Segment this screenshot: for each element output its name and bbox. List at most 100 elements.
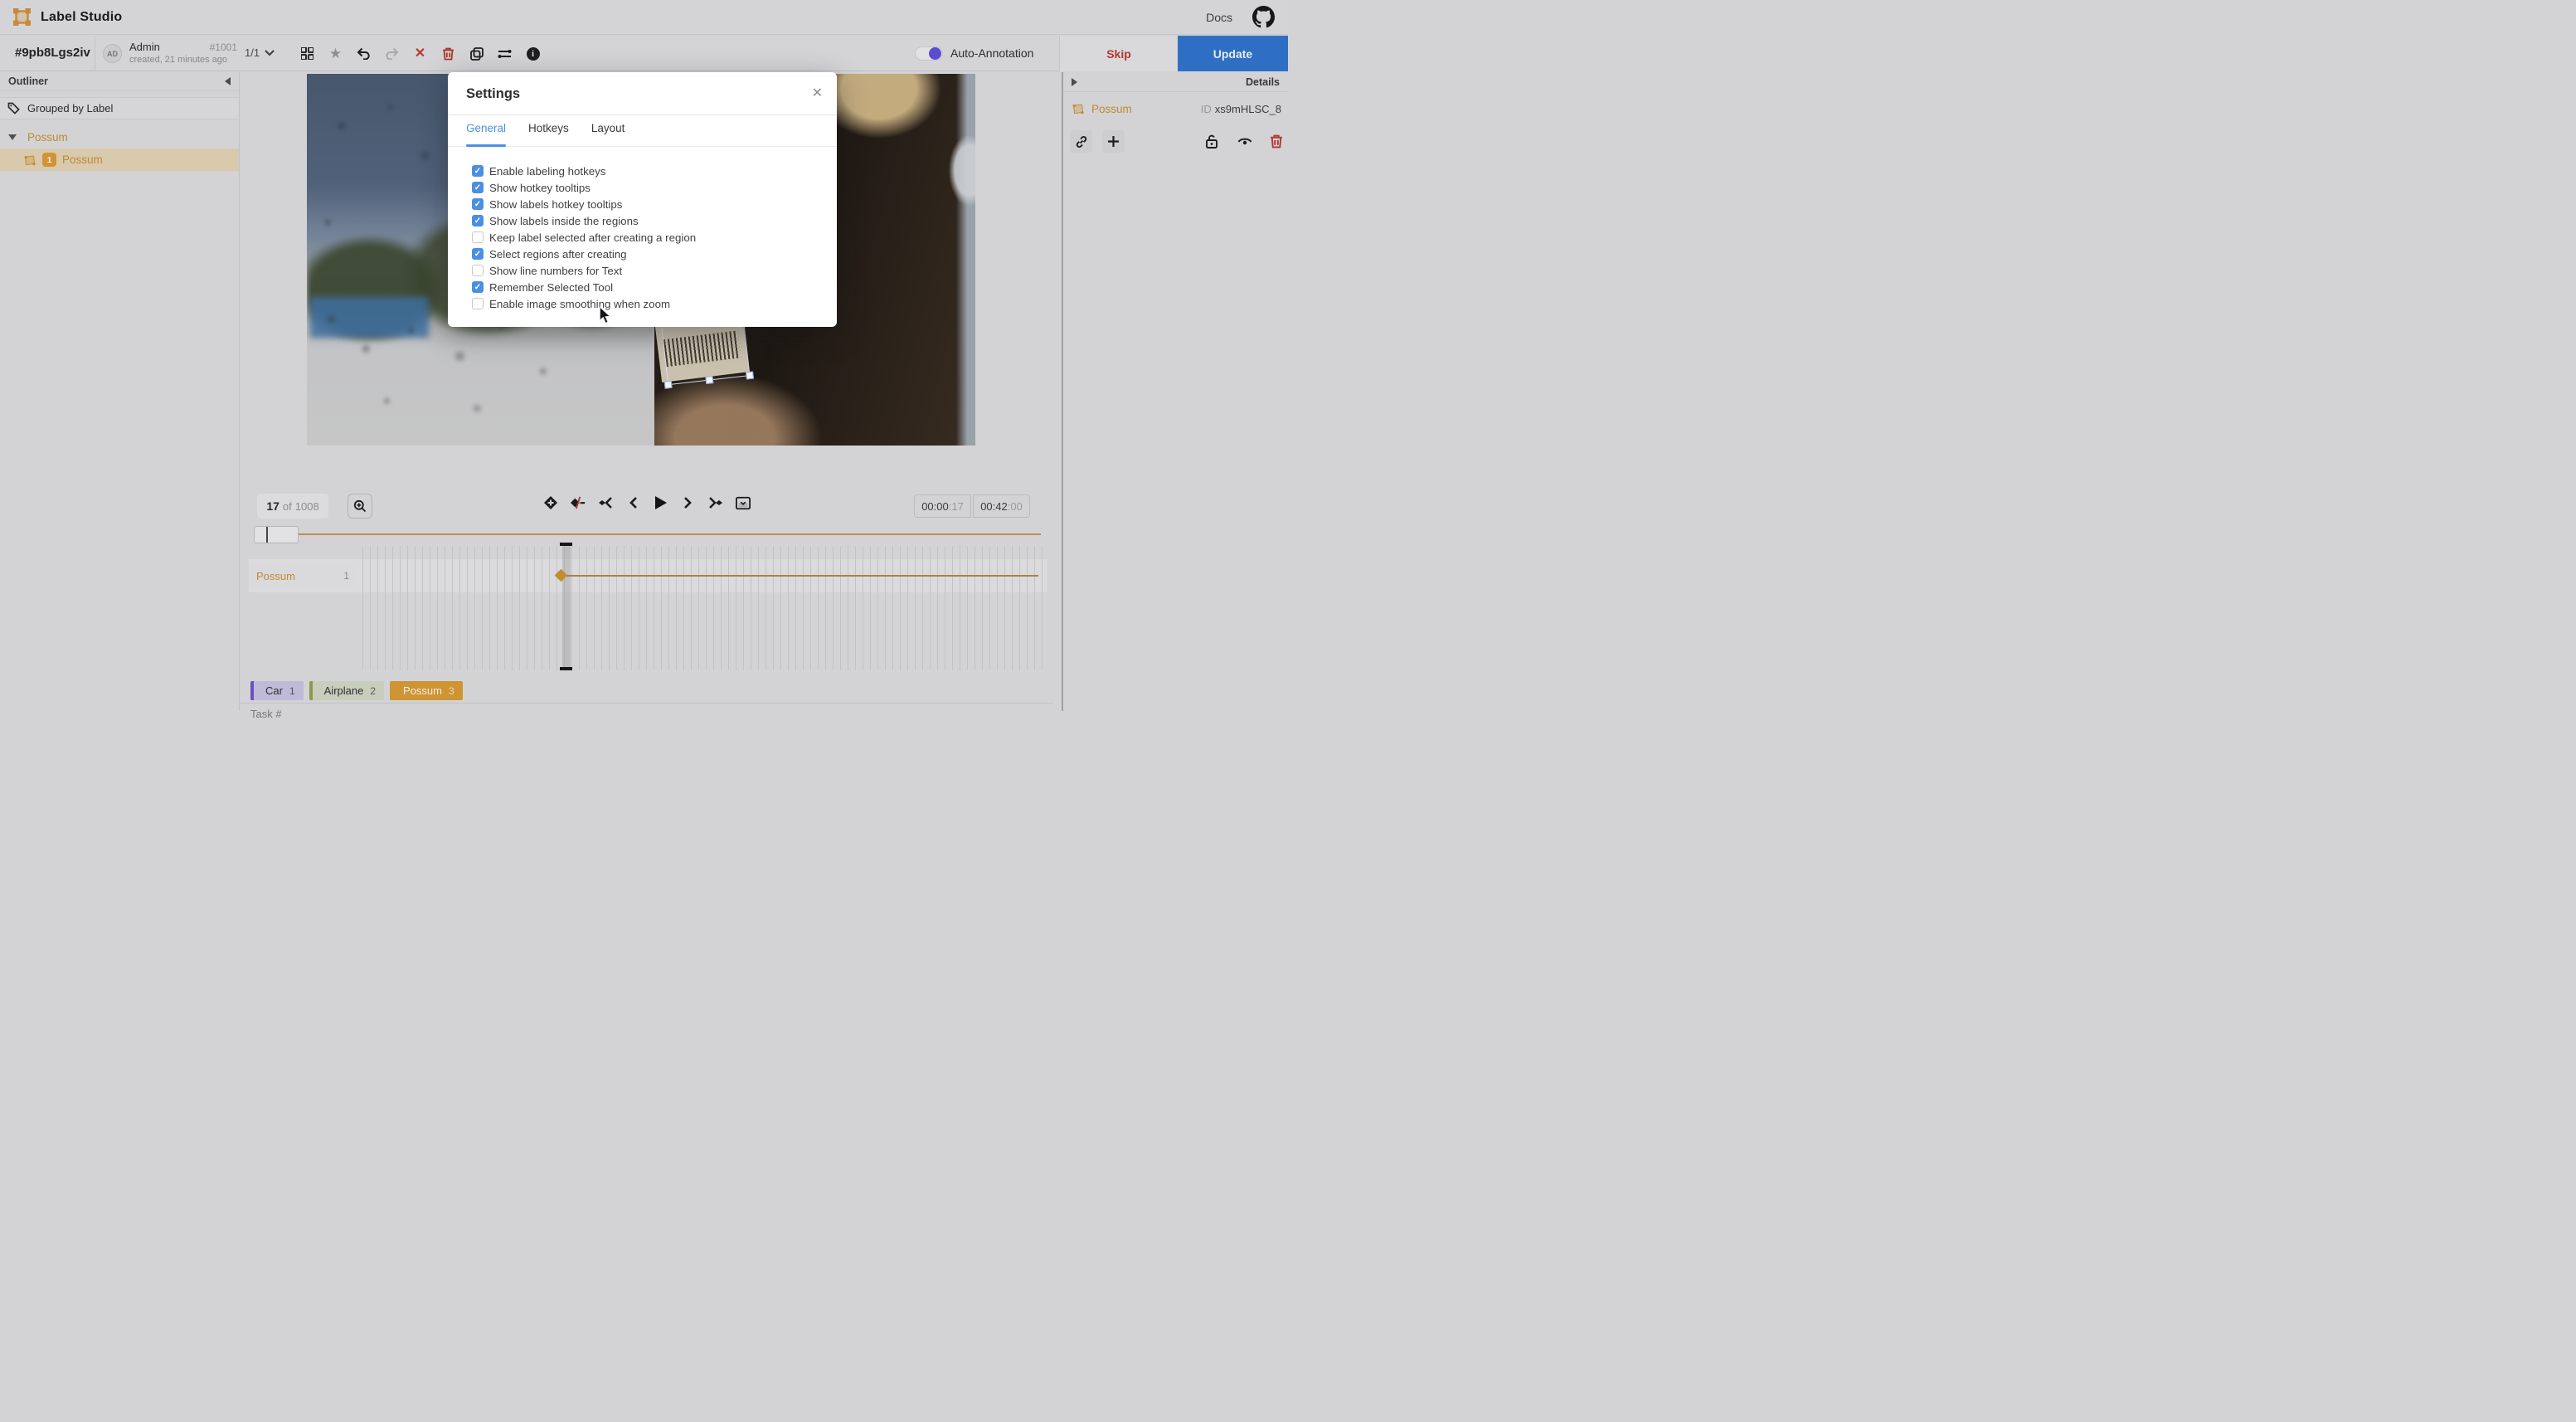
current-frame: 17 — [266, 499, 279, 513]
time-indicators: 00:00:17 00:42:00 — [914, 494, 1030, 518]
annotation-meta: Admin #1001 created, 21 minutes ago — [129, 41, 237, 65]
option-keep-label-selected[interactable]: Keep label selected after creating a reg… — [472, 229, 696, 246]
keyframe-span-line — [564, 575, 1038, 577]
prev-frame-icon[interactable] — [625, 495, 640, 510]
grid-view-icon[interactable] — [300, 46, 314, 61]
region-group-row[interactable]: Possum — [0, 126, 239, 149]
option-enable-labeling-hotkeys[interactable]: Enable labeling hotkeys — [472, 163, 696, 179]
settings-modal: Settings ✕ General Hotkeys Layout Enable… — [448, 72, 837, 327]
tab-hotkeys[interactable]: Hotkeys — [528, 122, 569, 142]
region-actions — [1063, 130, 1288, 153]
delete-region-button[interactable] — [1265, 130, 1287, 153]
skip-button[interactable]: Skip — [1059, 36, 1178, 71]
seek-bar[interactable] — [255, 533, 1041, 535]
label-chip-car[interactable]: Car 1 — [250, 681, 304, 700]
option-enable-image-smoothing[interactable]: Enable image smoothing when zoom — [472, 295, 696, 312]
link-region-button[interactable] — [1070, 130, 1092, 153]
settings-options: Enable labeling hotkeys Show hotkey tool… — [472, 163, 696, 312]
user-name: Admin — [129, 41, 160, 53]
option-select-regions-after-creating[interactable]: Select regions after creating — [472, 246, 696, 262]
checkbox[interactable] — [472, 298, 484, 309]
checkbox[interactable] — [472, 265, 484, 276]
option-show-line-numbers[interactable]: Show line numbers for Text — [472, 262, 696, 279]
app-title: Label Studio — [41, 10, 122, 25]
hide-region-button[interactable] — [1233, 130, 1256, 153]
divider — [240, 703, 1053, 704]
label-hotkey: 3 — [449, 685, 454, 697]
timeline-zoom-button[interactable] — [348, 494, 372, 519]
grouping-selector[interactable]: Grouped by Label — [0, 97, 239, 119]
add-keyframe-icon[interactable] — [543, 495, 558, 510]
option-remember-selected-tool[interactable]: Remember Selected Tool — [472, 279, 696, 295]
checkbox[interactable] — [472, 248, 484, 260]
user-avatar: AD — [103, 44, 122, 63]
collapse-panel-icon[interactable] — [1072, 78, 1077, 86]
playhead-tick-bottom[interactable] — [560, 667, 572, 670]
option-show-labels-hotkey-tooltips[interactable]: Show labels hotkey tooltips — [472, 196, 696, 212]
github-icon[interactable] — [1252, 6, 1275, 28]
region-group-label: Possum — [27, 131, 68, 144]
timeline-track-header[interactable]: Possum 1 — [249, 564, 357, 587]
selected-region-row[interactable]: Possum IDxs9mHLSC_8 — [1063, 102, 1288, 115]
caret-down-icon[interactable] — [8, 134, 17, 140]
label-chip-airplane[interactable]: Airplane 2 — [309, 681, 384, 700]
track-keyframe-count: 1 — [343, 570, 349, 582]
tag-icon — [7, 102, 20, 114]
checkbox[interactable] — [472, 281, 484, 293]
collapse-panel-icon[interactable] — [225, 77, 231, 85]
redo-icon[interactable] — [385, 46, 399, 61]
label-hotkey: 2 — [370, 685, 376, 697]
playhead-column[interactable] — [562, 546, 571, 670]
star-icon[interactable]: ★ — [328, 46, 343, 61]
info-icon[interactable]: i — [526, 46, 540, 61]
checkbox[interactable] — [472, 215, 484, 226]
undo-icon[interactable] — [357, 46, 371, 61]
frames-grid[interactable] — [362, 546, 1047, 670]
annotation-pager[interactable]: 1/1 — [245, 46, 275, 59]
region-row-selected[interactable]: 1 Possum — [0, 149, 239, 171]
divider — [448, 114, 837, 115]
seek-window-handle[interactable] — [254, 526, 299, 543]
relations-icon[interactable] — [498, 46, 512, 61]
option-show-hotkey-tooltips[interactable]: Show hotkey tooltips — [472, 179, 696, 196]
region-label: Possum — [1091, 103, 1194, 115]
checkbox[interactable] — [472, 198, 484, 210]
bbox-handle-bottom-right[interactable] — [746, 372, 754, 380]
total-frames: 1008 — [295, 500, 319, 513]
region-label: Possum — [62, 153, 103, 166]
settings-tabs: General Hotkeys Layout — [466, 122, 625, 142]
tab-layout[interactable]: Layout — [591, 122, 625, 142]
docs-link[interactable]: Docs — [1206, 11, 1232, 24]
checkbox[interactable] — [472, 165, 484, 177]
remove-keyframe-icon[interactable] — [571, 495, 586, 510]
label-studio-logo-icon — [13, 8, 31, 26]
total-time: 00:42:00 — [973, 494, 1030, 518]
checkbox[interactable] — [472, 231, 484, 243]
label-chip-possum[interactable]: Possum 3 — [390, 681, 463, 700]
playhead-tick-top[interactable] — [560, 543, 572, 546]
play-icon[interactable] — [654, 495, 668, 510]
delete-trash-icon[interactable] — [441, 46, 455, 61]
interpolation-box-icon[interactable] — [736, 495, 751, 510]
prev-keyframe-icon[interactable] — [598, 495, 613, 510]
next-frame-icon[interactable] — [681, 495, 696, 510]
playback-controls — [543, 495, 751, 510]
annotation-created: created, 21 minutes ago — [129, 55, 237, 65]
frame-counter[interactable]: 17 of 1008 — [257, 494, 328, 519]
seek-position-marker — [266, 527, 268, 543]
next-keyframe-icon[interactable] — [708, 495, 723, 510]
add-region-button[interactable] — [1102, 130, 1125, 153]
checkbox[interactable] — [472, 182, 484, 193]
option-show-labels-inside-regions[interactable]: Show labels inside the regions — [472, 212, 696, 229]
bbox-handle-bottom-left[interactable] — [664, 381, 673, 389]
lock-region-button[interactable] — [1200, 130, 1222, 153]
duplicate-icon[interactable] — [469, 46, 484, 61]
details-title: Details — [1246, 76, 1280, 88]
bbox-handle-bottom-center[interactable] — [705, 376, 713, 384]
reject-cross-icon[interactable]: ✕ — [413, 46, 427, 61]
tab-general[interactable]: General — [466, 122, 506, 142]
auto-annotation-toggle[interactable] — [915, 46, 943, 61]
update-button[interactable]: Update — [1178, 36, 1288, 71]
zoom-in-icon — [353, 499, 367, 513]
close-icon[interactable]: ✕ — [812, 85, 823, 101]
